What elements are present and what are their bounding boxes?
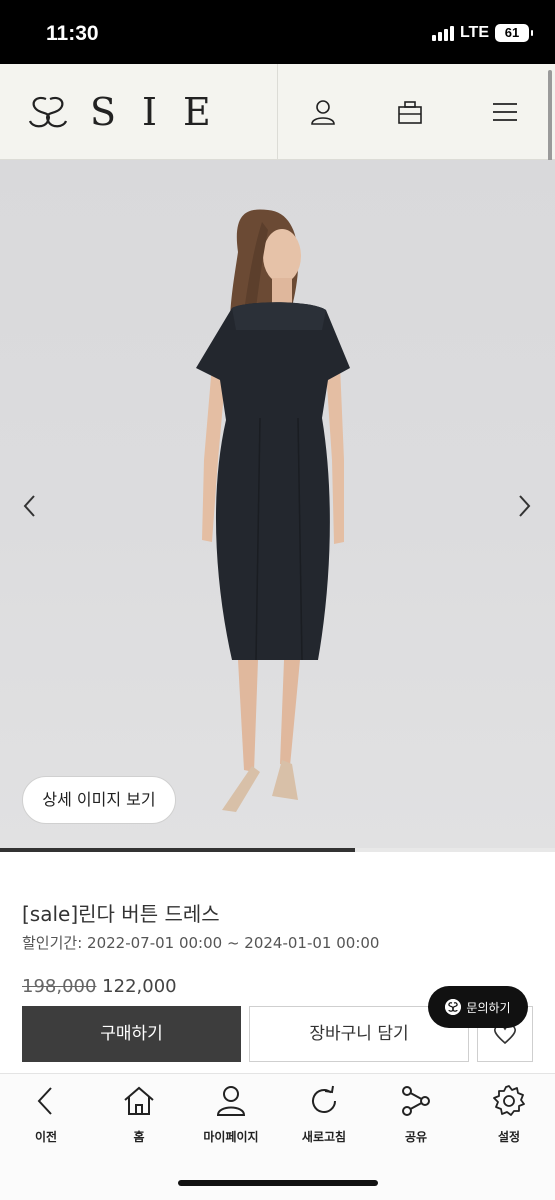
sale-price: 122,000 xyxy=(102,976,177,997)
view-detail-images-button[interactable]: 상세 이미지 보기 xyxy=(22,776,176,824)
signal-icon xyxy=(431,25,454,41)
inquiry-button[interactable]: 문의하기 xyxy=(428,986,528,1028)
back-icon xyxy=(37,1087,52,1115)
nav-label: 마이페이지 xyxy=(203,1130,259,1144)
share-icon xyxy=(402,1086,430,1116)
nav-label: 새로고침 xyxy=(301,1130,347,1144)
next-slide-icon[interactable] xyxy=(514,493,534,519)
brand-name: SIE xyxy=(90,90,237,134)
battery-icon: 61 xyxy=(495,24,533,42)
nav-settings[interactable]: 설정 xyxy=(463,1084,555,1154)
nav-label: 홈 xyxy=(133,1130,145,1144)
nav-share[interactable]: 공유 xyxy=(370,1084,462,1154)
price-row: 198,000 122,000 xyxy=(22,976,177,997)
product-title: [sale]린다 버튼 드레스 xyxy=(22,902,220,926)
menu-icon[interactable] xyxy=(491,98,519,126)
nav-label: 이전 xyxy=(34,1130,58,1144)
brand-mark-icon xyxy=(445,999,462,1015)
user-icon xyxy=(216,1086,246,1116)
brand-mark-icon xyxy=(28,96,68,128)
status-time: 11:30 xyxy=(46,22,99,45)
header-divider xyxy=(277,64,278,160)
refresh-icon xyxy=(312,1085,336,1113)
carousel-progress xyxy=(0,848,555,852)
product-photo xyxy=(196,209,350,812)
status-bar: 11:30 LTE 61 xyxy=(0,0,555,64)
shopping-bag-icon[interactable] xyxy=(396,98,424,126)
inquiry-label: 문의하기 xyxy=(466,1000,511,1015)
network-type: LTE xyxy=(459,24,489,41)
home-icon xyxy=(124,1086,154,1115)
nav-label: 설정 xyxy=(497,1130,521,1144)
sale-period: 할인기간: 2022-07-01 00:00 ~ 2024-01-01 00:0… xyxy=(22,934,380,952)
prev-slide-icon[interactable] xyxy=(20,493,40,519)
settings-icon xyxy=(493,1085,525,1116)
status-indicators: LTE 61 xyxy=(431,24,533,42)
nav-mypage[interactable]: 마이페이지 xyxy=(185,1084,277,1154)
nav-home[interactable]: 홈 xyxy=(93,1084,185,1154)
carousel-progress-fill xyxy=(0,848,356,852)
account-icon[interactable] xyxy=(309,98,337,126)
site-header: SIE xyxy=(0,64,555,160)
nav-back[interactable]: 이전 xyxy=(0,1084,92,1154)
product-image-carousel[interactable]: 상세 이미지 보기 xyxy=(0,160,555,848)
buy-button[interactable]: 구매하기 xyxy=(22,1006,241,1062)
nav-label: 공유 xyxy=(404,1130,428,1144)
original-price: 198,000 xyxy=(22,976,97,997)
brand-logo[interactable]: SIE xyxy=(26,90,237,134)
nav-refresh[interactable]: 새로고침 xyxy=(278,1084,370,1154)
home-indicator xyxy=(178,1180,378,1186)
